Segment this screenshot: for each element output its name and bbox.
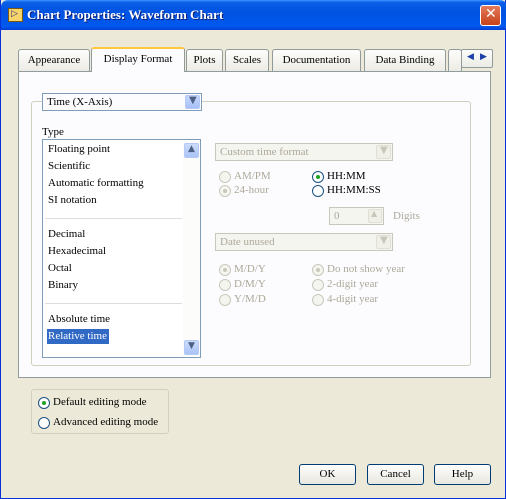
type-scientific[interactable]: Scientific <box>47 159 92 174</box>
tab-scales[interactable]: Scales <box>225 49 269 71</box>
labview-vi-icon: ▷ <box>8 8 23 22</box>
scroll-up-button[interactable]: ▲ <box>184 143 199 158</box>
type-automatic-formatting[interactable]: Automatic formatting <box>47 176 146 191</box>
date-dmy-radio[interactable]: D/M/Y <box>219 278 266 292</box>
properties-dialog: ▷ Chart Properties: Waveform Chart ✕ App… <box>0 0 506 499</box>
type-label: Type <box>42 126 64 138</box>
tab-appearance[interactable]: Appearance <box>18 49 90 71</box>
type-decimal[interactable]: Decimal <box>47 227 87 242</box>
list-divider <box>45 218 182 219</box>
tab-scroll-buttons: ◀ ▶ <box>461 49 493 68</box>
help-button[interactable]: Help <box>434 464 491 485</box>
type-floating-point[interactable]: Floating point <box>47 142 112 157</box>
default-editing-mode-radio[interactable]: Default editing mode <box>38 396 146 410</box>
no-year-radio[interactable]: Do not show year <box>312 263 405 277</box>
type-absolute-time[interactable]: Absolute time <box>47 312 112 327</box>
type-hexadecimal[interactable]: Hexadecimal <box>47 244 108 259</box>
tab-plots[interactable]: Plots <box>186 49 223 71</box>
type-octal[interactable]: Octal <box>47 261 74 276</box>
cancel-button[interactable]: Cancel <box>367 464 424 485</box>
type-si-notation[interactable]: SI notation <box>47 193 99 208</box>
tab-overflow[interactable] <box>448 49 462 71</box>
chevron-up-icon: ▲ <box>188 144 195 154</box>
tab-data-binding[interactable]: Data Binding <box>364 49 446 71</box>
close-icon: ✕ <box>485 6 497 22</box>
list-scrollbar[interactable]: ▲ ▼ <box>183 140 200 357</box>
chevron-down-icon: ▼ <box>188 341 195 351</box>
date-format-select[interactable]: Date unused ▼ <box>215 233 393 251</box>
tab-display-format[interactable]: Display Format <box>91 47 185 72</box>
advanced-editing-mode-radio[interactable]: Advanced editing mode <box>38 416 158 430</box>
chevron-down-icon: ▼ <box>376 145 391 159</box>
window-title: Chart Properties: Waveform Chart <box>27 7 224 22</box>
type-binary[interactable]: Binary <box>47 278 80 293</box>
date-mdy-radio[interactable]: M/D/Y <box>219 263 266 277</box>
hh-mm-ss-radio[interactable]: HH:MM:SS <box>312 184 381 198</box>
type-relative-time[interactable]: Relative time <box>47 329 109 344</box>
tab-scroll-right-icon[interactable]: ▶ <box>480 52 487 62</box>
date-ymd-radio[interactable]: Y/M/D <box>219 293 266 307</box>
time-format-select[interactable]: Custom time format ▼ <box>215 143 393 161</box>
tab-scroll-left-icon[interactable]: ◀ <box>467 52 474 62</box>
spin-arrows-icon: ▲ <box>368 209 382 223</box>
4-digit-year-radio[interactable]: 4-digit year <box>312 293 378 307</box>
chevron-down-icon: ▼ <box>376 235 391 249</box>
axis-select[interactable]: Time (X-Axis) ▼ <box>42 93 202 111</box>
type-listbox[interactable]: Floating point Scientific Automatic form… <box>42 139 201 358</box>
hh-mm-radio[interactable]: HH:MM <box>312 170 366 184</box>
close-button[interactable]: ✕ <box>480 5 501 26</box>
am-pm-radio[interactable]: AM/PM <box>219 170 271 184</box>
list-divider <box>45 303 182 304</box>
tab-documentation[interactable]: Documentation <box>272 49 361 71</box>
ok-button[interactable]: OK <box>299 464 356 485</box>
title-bar[interactable]: ▷ Chart Properties: Waveform Chart ✕ <box>1 0 506 30</box>
24-hour-radio[interactable]: 24-hour <box>219 184 269 198</box>
digits-label: Digits <box>393 210 420 222</box>
scroll-down-button[interactable]: ▼ <box>184 340 199 355</box>
chevron-down-icon[interactable]: ▼ <box>185 95 200 109</box>
2-digit-year-radio[interactable]: 2-digit year <box>312 278 378 292</box>
digits-spinner[interactable]: 0 ▲ <box>329 207 384 225</box>
